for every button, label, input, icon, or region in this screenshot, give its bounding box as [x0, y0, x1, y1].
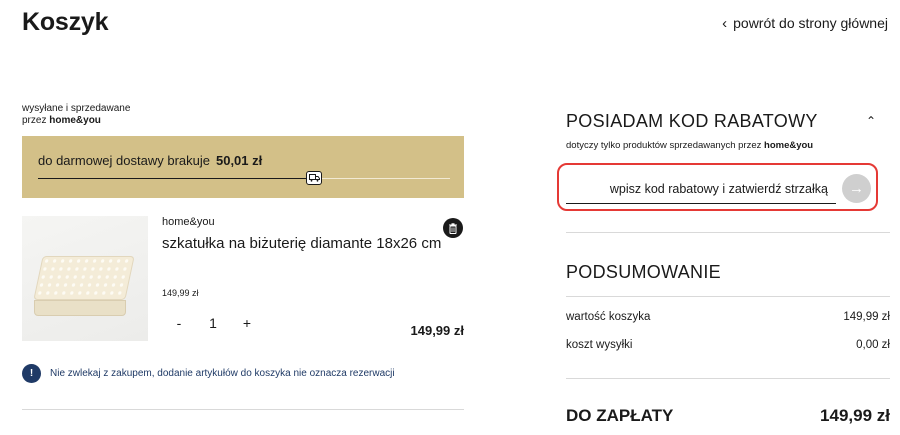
total-due-amount: 149,99 zł — [820, 406, 890, 425]
product-name[interactable]: szkatułka na biżuterię diamante 18x26 cm — [162, 233, 442, 255]
chevron-left-icon: ‹ — [722, 14, 728, 32]
page-title: Koszyk — [22, 8, 109, 36]
product-image[interactable] — [22, 216, 148, 341]
trash-icon — [449, 222, 457, 234]
divider — [22, 409, 464, 410]
shipping-cost-label: koszt wysyłki — [566, 339, 633, 351]
reservation-notice: ! Nie zwlekaj z zakupem, dodanie artykuł… — [22, 364, 395, 383]
cart-value-amount: 149,99 zł — [843, 311, 890, 323]
divider — [566, 232, 890, 233]
seller-info: wysyłane i sprzedawane przez home&you — [22, 103, 130, 127]
free-shipping-progress-fill — [38, 178, 315, 179]
product-unit-price: 149,99 zł — [162, 288, 199, 298]
decrease-quantity-button[interactable]: - — [162, 315, 196, 331]
discount-code-input[interactable] — [566, 174, 836, 204]
seller-line: wysyłane i sprzedawane — [22, 103, 131, 114]
discount-note-brand: home&you — [764, 140, 814, 151]
collapse-icon[interactable]: ⌃ — [866, 114, 876, 128]
free-shipping-progress — [38, 178, 450, 179]
increase-quantity-button[interactable]: + — [230, 315, 264, 331]
seller-name: home&you — [49, 115, 101, 126]
discount-note-text: dotyczy tylko produktów sprzedawanych pr… — [566, 140, 762, 151]
back-link-label: powrót do strony głównej — [733, 15, 888, 31]
divider — [566, 378, 890, 379]
divider — [566, 296, 890, 297]
remove-item-button[interactable] — [443, 218, 463, 238]
seller-prefix: przez — [22, 115, 47, 126]
back-to-home-link[interactable]: ‹ powrót do strony głównej — [722, 15, 888, 31]
quantity-stepper: - 1 + — [162, 315, 264, 331]
total-due-label: DO ZAPŁATY — [566, 406, 674, 425]
shipping-cost-amount: 0,00 zł — [856, 339, 890, 351]
discount-note: dotyczy tylko produktów sprzedawanych pr… — [566, 140, 813, 151]
quantity-value[interactable]: 1 — [196, 315, 230, 331]
arrow-right-icon: → — [849, 180, 864, 197]
truck-icon — [306, 171, 323, 185]
free-shipping-banner: do darmowej dostawy brakuje 50,01 zł — [22, 136, 464, 198]
item-total-price: 149,99 zł — [410, 323, 465, 338]
apply-discount-button[interactable]: → — [842, 174, 871, 203]
summary-title: PODSUMOWANIE — [566, 262, 721, 282]
free-shipping-amount: 50,01 zł — [215, 153, 263, 168]
free-shipping-text: do darmowej dostawy brakuje — [38, 153, 210, 168]
discount-section-title[interactable]: POSIADAM KOD RABATOWY — [566, 111, 818, 132]
info-icon: ! — [22, 364, 41, 383]
cart-value-label: wartość koszyka — [566, 311, 651, 323]
reservation-notice-text: Nie zwlekaj z zakupem, dodanie artykułów… — [50, 368, 395, 379]
product-brand: home&you — [162, 216, 215, 228]
